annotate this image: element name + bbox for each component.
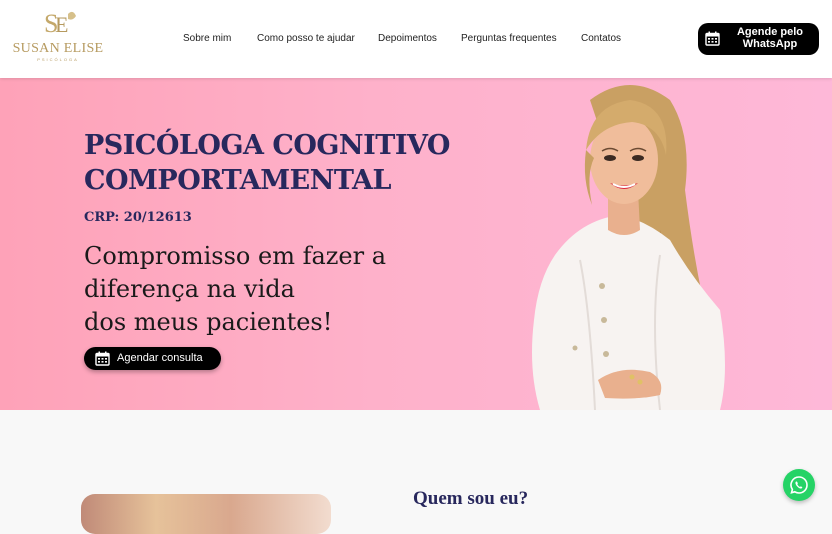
hero-title: PSICÓLOGA COGNITIVO COMPORTAMENTAL xyxy=(84,128,484,198)
calendar-icon xyxy=(95,351,110,366)
nav-item-sobre-mim[interactable]: Sobre mim xyxy=(183,33,231,44)
whatsapp-schedule-button[interactable]: Agende pelo WhatsApp xyxy=(698,23,819,55)
hero-title-line2: COMPORTAMENTAL xyxy=(84,165,391,196)
hero-section: PSICÓLOGA COGNITIVO COMPORTAMENTAL CRP: … xyxy=(0,78,832,410)
hero-slogan-line1: Compromisso em fazer a xyxy=(84,242,387,270)
logo-subtitle: PSICÓLOGA xyxy=(37,57,79,62)
psychologist-portrait xyxy=(532,85,725,410)
hero-slogan-line3: dos meus pacientes! xyxy=(84,308,333,336)
schedule-consultation-label: Agendar consulta xyxy=(117,352,203,364)
nav-item-contatos[interactable]: Contatos xyxy=(581,33,621,44)
nav-item-depoimentos[interactable]: Depoimentos xyxy=(378,33,437,44)
site-header: S E SUSAN ELISE PSICÓLOGA Sobre mim Como… xyxy=(0,0,832,78)
hero-slogan-line2: diferença na vida xyxy=(84,275,295,303)
floating-whatsapp-button[interactable] xyxy=(783,469,815,501)
about-section-title: Quem sou eu? xyxy=(413,488,529,509)
crp-registration: CRP: 20/12613 xyxy=(84,210,192,225)
about-photo xyxy=(81,494,331,534)
nav-item-como-posso-ajudar[interactable]: Como posso te ajudar xyxy=(257,33,355,44)
hero-title-line1: PSICÓLOGA COGNITIVO xyxy=(84,130,450,161)
calendar-icon xyxy=(705,31,720,46)
whatsapp-icon xyxy=(790,476,808,494)
schedule-consultation-button[interactable]: Agendar consulta xyxy=(84,347,221,370)
nav-item-perguntas-frequentes[interactable]: Perguntas frequentes xyxy=(461,33,557,44)
whatsapp-schedule-label: Agende pelo WhatsApp xyxy=(736,26,803,50)
hero-slogan: Compromisso em fazer a diferença na vida… xyxy=(84,240,386,339)
